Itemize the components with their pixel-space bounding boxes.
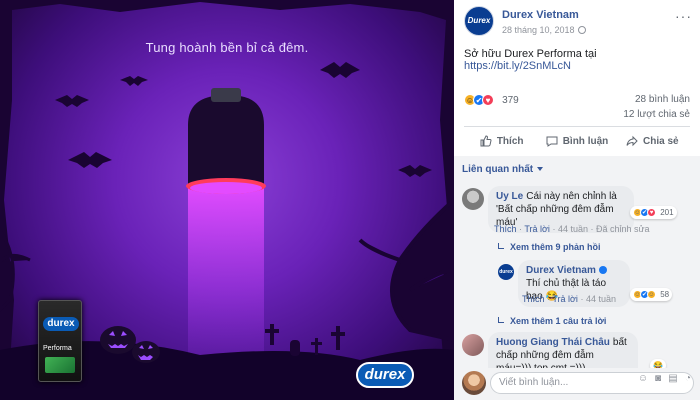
comment-reaction-count: 201 <box>660 208 674 217</box>
like-button[interactable]: Thích <box>464 130 539 152</box>
share-count-link[interactable]: 12 lượt chia sẻ <box>623 109 690 120</box>
camera-icon[interactable]: ◙ <box>652 373 664 385</box>
tree-right <box>358 197 454 343</box>
box-product-name: Performa <box>43 345 72 352</box>
post-panel: Durex Durex Vietnam 28 tháng 10, 2018 ··… <box>454 0 700 400</box>
comment-author[interactable]: Uy Le <box>496 191 523 202</box>
reaction-count: 379 <box>502 94 519 106</box>
sticker-icon[interactable]: ◔ <box>682 373 694 385</box>
comment-button[interactable]: Bình luận <box>539 130 614 152</box>
box-logo: durex <box>43 317 79 331</box>
bat-5 <box>398 165 432 177</box>
avatar[interactable]: durex <box>498 264 514 280</box>
avatar[interactable] <box>462 188 484 210</box>
post-date-text[interactable]: 28 tháng 10, 2018 <box>502 25 575 35</box>
comment-bubble: Huong Giang Thái Châu bất chấp những đêm … <box>488 332 638 368</box>
post-actions: Thích Bình luận Chia sẻ <box>464 130 690 152</box>
bat-3 <box>320 62 360 78</box>
brand-logo: durex <box>356 362 414 388</box>
view-more-label: Xem thêm 1 câu trả lời <box>510 316 607 326</box>
page-avatar[interactable]: Durex <box>464 6 494 36</box>
post-header: Durex Durex Vietnam 28 tháng 10, 2018 ··… <box>464 6 694 38</box>
avatar[interactable] <box>462 371 486 395</box>
view-more-label: Xem thêm 9 phản hồi <box>510 242 601 252</box>
bat-4 <box>68 152 112 168</box>
comment-sort-label: Liên quan nhất <box>462 164 534 175</box>
divider <box>464 126 690 127</box>
share-label: Chia sẻ <box>643 135 679 147</box>
product-box: durex Performa <box>38 300 82 382</box>
gif-icon[interactable]: ▤ <box>667 373 679 385</box>
beam-source <box>190 182 262 194</box>
comment-meta: Thích · Trả lời · 44 tuần <box>522 294 616 304</box>
cross-3 <box>331 326 345 350</box>
view-more-replies[interactable]: Xem thêm 1 câu trả lời <box>498 316 606 326</box>
comment-time[interactable]: 44 tuần <box>586 294 616 304</box>
post-text-body: Sở hữu Durex Performa tại <box>464 48 597 60</box>
comment-icon <box>546 136 558 147</box>
post-date[interactable]: 28 tháng 10, 2018 <box>502 25 586 35</box>
reply-arrow-icon <box>498 243 504 249</box>
comment-count-link[interactable]: 28 bình luận <box>635 94 690 105</box>
comment-reaction-count: 58 <box>660 290 670 299</box>
box-stripe <box>45 357 75 373</box>
comment-sort-dropdown[interactable]: Liên quan nhất <box>462 164 544 175</box>
like-label: Thích <box>496 135 524 147</box>
tree-left <box>0 227 31 313</box>
comment-like-link[interactable]: Thích <box>522 294 545 304</box>
comment-reactions[interactable]: 😂 <box>650 359 666 368</box>
gravestone <box>290 340 300 356</box>
comment-label: Bình luận <box>562 135 609 147</box>
composer-tools: ☺ ◙ ▤ ◔ <box>637 373 694 385</box>
comment-time[interactable]: 44 tuần <box>558 224 588 234</box>
reaction-summary[interactable]: ☺ ✔ ♥ 379 <box>464 94 519 108</box>
haha-icon: ☺ <box>647 290 656 300</box>
globe-icon <box>577 26 586 34</box>
avatar[interactable] <box>462 334 484 356</box>
comment-reply-link[interactable]: Trả lời <box>552 294 578 304</box>
love-icon: ♥ <box>482 94 494 107</box>
thumbs-up-icon <box>480 135 492 147</box>
caret-down-icon <box>537 167 544 171</box>
verified-badge-icon <box>598 266 607 274</box>
view-more-replies[interactable]: Xem thêm 9 phản hồi <box>498 242 601 252</box>
comment-reply-link[interactable]: Trả lời <box>524 224 550 234</box>
post-stats: ☺ ✔ ♥ 379 28 bình luận 12 lượt chia sẻ <box>464 92 690 122</box>
share-button[interactable]: Chia sẻ <box>615 130 690 152</box>
emoji-icon[interactable]: ☺ <box>637 373 649 385</box>
comment-meta: Thích · Trả lời · 44 tuần · Đã chỉnh sửa <box>494 224 650 234</box>
cross-2 <box>311 338 322 355</box>
pumpkin-1 <box>100 326 136 354</box>
comment-author[interactable]: Durex Vietnam <box>526 265 596 276</box>
love-icon: ♥ <box>647 208 656 218</box>
comment-reaction-icon: 😂 <box>653 361 663 368</box>
bat-1 <box>120 76 148 86</box>
comment-edited: Đã chỉnh sửa <box>595 224 650 234</box>
image-tagline: Tung hoành bền bỉ cả đêm. <box>145 40 309 55</box>
post-image[interactable]: Tung hoành bền bỉ cả đêm. durex Performa… <box>0 0 454 400</box>
comment-author[interactable]: Huong Giang Thái Châu <box>496 337 610 348</box>
comment-reactions[interactable]: ☺✔ ♥ 201 <box>630 206 677 219</box>
condom-silhouette <box>188 96 264 184</box>
share-icon <box>626 135 638 147</box>
more-options-icon[interactable]: ··· <box>675 8 692 24</box>
pumpkin-2 <box>132 341 160 363</box>
page-name-link[interactable]: Durex Vietnam <box>502 9 579 21</box>
reply-arrow-icon <box>498 317 504 323</box>
cross-1 <box>265 324 279 345</box>
bat-2 <box>55 95 89 107</box>
post-text: Sở hữu Durex Performa tại https://bit.ly… <box>464 48 696 72</box>
comment-like-link[interactable]: Thích <box>494 224 517 234</box>
comments-section: Liên quan nhất Uy Le Cái này nên chỉnh là… <box>454 156 700 368</box>
post-link[interactable]: https://bit.ly/2SnMLcN <box>464 60 571 72</box>
comment-composer: Viết bình luận... ☺ ◙ ▤ ◔ <box>454 368 700 400</box>
condom-tip <box>211 88 241 102</box>
comment-reactions[interactable]: ☺✔☺ 58 <box>630 288 673 301</box>
